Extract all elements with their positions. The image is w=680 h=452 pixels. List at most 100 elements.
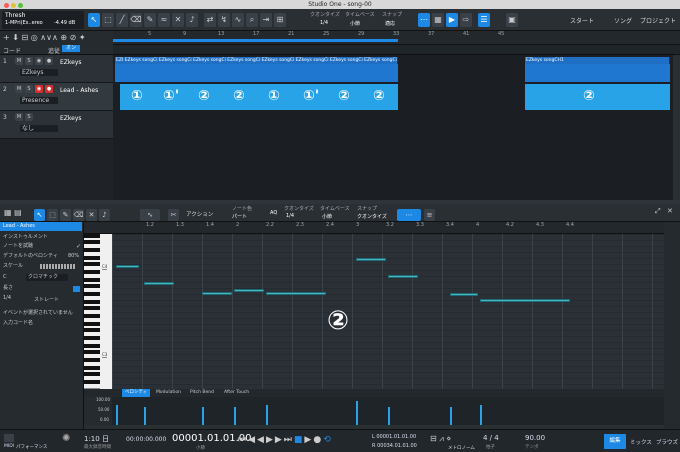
add-track-icon[interactable]: + ⬇ ⊟ ◎ ∧∨∧ ⊕ ⊘ ✦ — [3, 33, 86, 42]
browse-view-button[interactable]: ブラウズ — [656, 438, 678, 446]
note-audition-checkbox[interactable]: ノートを試聴 — [0, 242, 82, 251]
velocity-bar[interactable] — [116, 405, 118, 425]
editor-scrollbar[interactable] — [664, 222, 680, 429]
nav-project[interactable]: プロジェクト — [640, 16, 676, 25]
minimize-icon[interactable] — [11, 3, 16, 8]
arrow-tool-button[interactable]: ↖ — [88, 13, 100, 27]
track-1[interactable]: 1 M S ◉ ● EZkeys EZkeys — [0, 55, 113, 83]
listen-tool-button[interactable]: ♪ — [186, 13, 198, 27]
action-menu[interactable]: アクション — [186, 210, 213, 218]
snap-select[interactable]: 適応 — [385, 20, 395, 27]
track-name[interactable]: Lead - Ashes — [60, 87, 98, 94]
midi-note[interactable] — [388, 275, 418, 278]
editor-snap-select[interactable]: クオンタイズ — [357, 213, 387, 220]
search-button[interactable]: ⌕ — [246, 13, 258, 27]
midi-note[interactable] — [480, 299, 570, 302]
solo-button[interactable]: S — [25, 57, 33, 65]
time-signature[interactable]: 4 / 4 — [483, 434, 499, 442]
rewind-icon[interactable]: ◀◀ — [248, 435, 266, 445]
editor-listen-tool[interactable]: ♪ — [99, 209, 110, 221]
paint-tool-button[interactable]: ✎ — [144, 13, 156, 27]
midi-note[interactable] — [266, 292, 326, 295]
nav-song[interactable]: ソング — [614, 16, 632, 25]
velocity-bar[interactable] — [202, 407, 204, 425]
velocity-lane[interactable] — [112, 397, 664, 425]
instrument-select[interactable]: なし — [20, 125, 58, 132]
clip-header[interactable]: EZI EZkeys songCi EZkeys songCi EZkeys s… — [115, 57, 398, 64]
velocity-bar[interactable] — [266, 405, 268, 425]
aq-label[interactable]: AQ — [270, 210, 277, 216]
snap-grid-button[interactable]: ▦ — [432, 13, 444, 27]
length-type-select[interactable]: ストレート — [34, 296, 59, 303]
mute-button[interactable]: M — [15, 57, 23, 65]
arrange-ruler[interactable]: 5 9 13 17 21 25 29 33 37 41 45 — [113, 31, 680, 45]
close-icon[interactable] — [4, 3, 9, 8]
editor-curve-tool[interactable]: ∿ — [140, 209, 160, 221]
lead-clip[interactable] — [120, 84, 398, 110]
eraser-tool-button[interactable]: ⌫ — [130, 13, 142, 27]
play-icon[interactable]: ▶ — [304, 435, 313, 445]
velocity-bar[interactable] — [480, 405, 482, 425]
track-name[interactable]: EZkeys — [60, 59, 82, 66]
mix-view-button[interactable]: ミックス — [630, 438, 652, 446]
nudge-button[interactable]: ⇨ — [460, 13, 472, 27]
tab-velocity[interactable]: ベロシティ — [122, 389, 150, 397]
follow-button[interactable]: ▶ — [446, 13, 458, 27]
expand-icon[interactable]: ⤢ — [655, 207, 661, 216]
loop-range[interactable] — [113, 39, 398, 42]
arrange-view[interactable]: EZI EZkeys songCi EZkeys songCi EZkeys s… — [113, 55, 673, 200]
transport-controls[interactable]: ⏮◀◀▶▶⏭■▶●⟲ — [238, 435, 333, 445]
loop-end[interactable]: R 00034.01.01.00 — [372, 443, 417, 449]
record-icon[interactable]: ● — [313, 435, 323, 445]
instrument-select[interactable]: Presence — [20, 97, 58, 104]
velocity-bar[interactable] — [356, 401, 358, 425]
velocity-bar[interactable] — [388, 407, 390, 425]
stop-icon[interactable]: ■ — [294, 435, 305, 445]
snap-toggle-button[interactable]: ⋯ — [418, 13, 430, 27]
solo-button[interactable]: S — [25, 113, 33, 121]
editor-view-icon[interactable]: ▦ ▤ — [4, 208, 22, 217]
tab-pitch-bend[interactable]: Pitch Bend — [190, 389, 214, 397]
clip-body[interactable] — [115, 64, 398, 82]
edit-view-button[interactable]: 編集 — [604, 434, 626, 449]
editor-arrow-tool[interactable]: ↖ — [34, 209, 45, 221]
bend-tool-button[interactable]: ≈ — [158, 13, 170, 27]
track-2[interactable]: 2 M S ◉ ● Lead - Ashes Presence — [0, 83, 113, 111]
editor-snap-toggle[interactable]: ⋯ — [397, 209, 421, 221]
zoom-icon[interactable] — [18, 3, 23, 8]
midi-note[interactable] — [234, 289, 264, 292]
arrange-scrollbar[interactable] — [673, 55, 680, 200]
tab-modulation[interactable]: Modulation — [156, 389, 181, 397]
quantize-select[interactable]: 1/4 — [320, 20, 328, 26]
record-button[interactable]: ● — [45, 57, 53, 65]
transform-button[interactable]: ⇄ — [204, 13, 216, 27]
groups-button[interactable]: ⊞ — [274, 13, 286, 27]
tab-after-touch[interactable]: After Touch — [224, 389, 249, 397]
track-3[interactable]: 3 M S EZkeys なし — [0, 111, 113, 139]
clip-header-right[interactable]: EZkeys songCH1 — [525, 57, 670, 64]
follow-on-toggle[interactable]: オン — [62, 45, 80, 52]
midi-note[interactable] — [144, 282, 174, 285]
seconds-display[interactable]: 00:00:00.000 — [126, 436, 166, 443]
midi-note[interactable] — [450, 293, 478, 296]
tempo-value[interactable]: 90.00 — [525, 434, 545, 442]
range-tool-button[interactable]: ⬚ — [102, 13, 114, 27]
nav-start[interactable]: スタート — [570, 16, 594, 25]
inspector-track-name[interactable]: Lead - Ashes — [0, 222, 82, 231]
editor-scissors-tool[interactable]: ✂ — [168, 209, 179, 221]
piano-keyboard[interactable]: C4 C3 — [84, 234, 112, 389]
note-grid[interactable]: ② — [112, 234, 664, 389]
automation-button[interactable]: ∿ — [232, 13, 244, 27]
forward-icon[interactable]: ▶▶ — [266, 435, 284, 445]
preset-display[interactable]: Thresh 1-MPri(Es..ereo -4.49 dB — [2, 11, 84, 29]
editor-range-tool[interactable]: ⬚ — [47, 209, 58, 221]
loop-start[interactable]: L 00001.01.01.00 — [372, 434, 416, 440]
layout-button[interactable]: ☰ — [478, 13, 490, 27]
editor-quantize-select[interactable]: 1/4 — [286, 213, 294, 219]
split-tool-button[interactable]: ╱ — [116, 13, 128, 27]
instrument-select[interactable]: EZkeys — [20, 69, 58, 76]
rewind-start-icon[interactable]: ⏮ — [238, 435, 248, 445]
close-editor-icon[interactable]: ✕ — [667, 207, 673, 215]
editor-grid-button[interactable]: ≡ — [424, 209, 435, 221]
monitor-button[interactable]: ◉ — [35, 85, 43, 93]
